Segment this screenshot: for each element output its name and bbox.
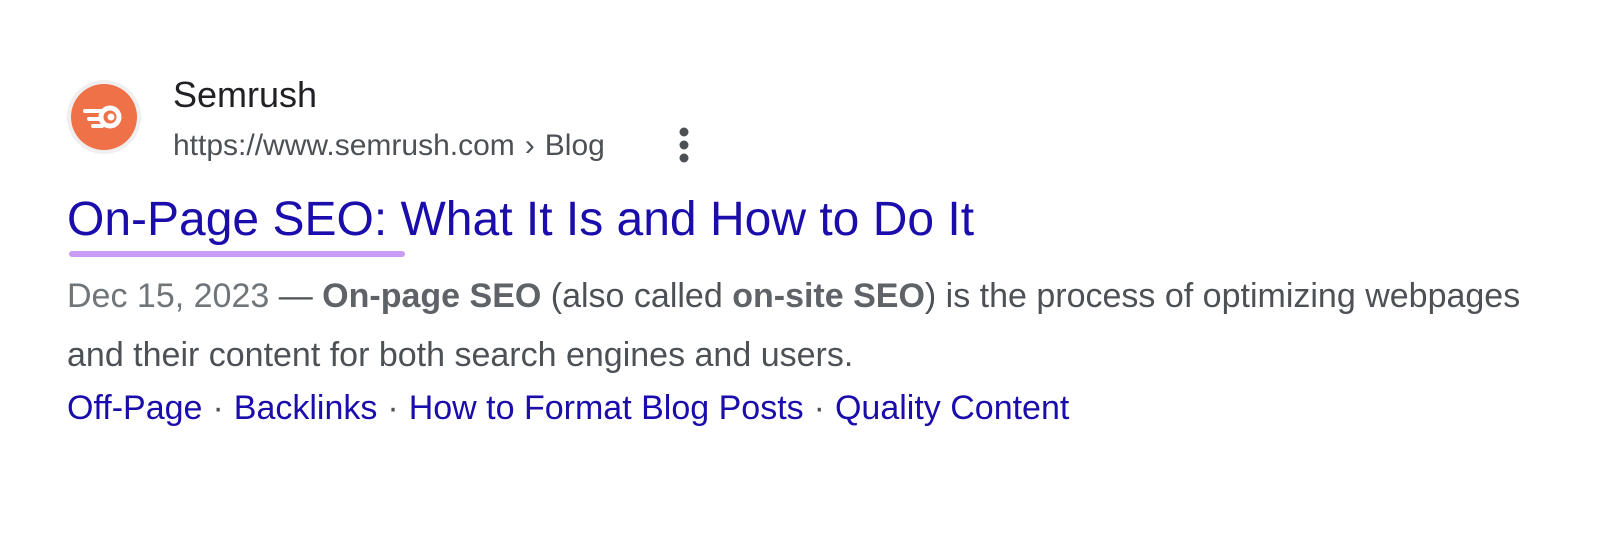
- sitelink-format-blog-posts[interactable]: How to Format Blog Posts: [409, 389, 804, 427]
- sitelinks: Off-Page · Backlinks · How to Format Blog Po…: [67, 387, 1069, 429]
- sitelink-quality-content[interactable]: Quality Content: [835, 389, 1069, 427]
- snippet-date: Dec 15, 2023: [67, 277, 270, 315]
- breadcrumb-separator: ›: [524, 129, 535, 162]
- site-favicon[interactable]: [67, 80, 141, 154]
- result-snippet: Dec 15, 2023 — On-page SEO (also called …: [67, 267, 1547, 385]
- title-highlight-underline: [69, 251, 405, 257]
- breadcrumb-blog: Blog: [544, 129, 605, 162]
- snippet-text-1: (also called: [550, 277, 723, 315]
- sitelink-separator: ·: [387, 389, 399, 427]
- search-result: Semrush https://www.semrush.com › Blog O…: [67, 74, 1547, 427]
- result-title-link[interactable]: On-Page SEO: What It Is and How to Do It: [67, 192, 974, 248]
- snippet-bold-on-site-seo: on-site SEO: [732, 277, 925, 315]
- site-header[interactable]: Semrush https://www.semrush.com › Blog: [67, 74, 1547, 174]
- sitelink-backlinks[interactable]: Backlinks: [234, 389, 378, 427]
- sitelink-separator: ·: [212, 389, 224, 427]
- more-vertical-icon[interactable]: [667, 125, 701, 165]
- sitelink-separator: ·: [813, 389, 825, 427]
- site-url[interactable]: https://www.semrush.com › Blog: [173, 128, 605, 164]
- site-name[interactable]: Semrush: [173, 74, 317, 116]
- sitelink-off-page[interactable]: Off-Page: [67, 389, 202, 427]
- semrush-comet-logo-icon: [71, 84, 137, 150]
- url-text: https://www.semrush.com: [173, 129, 515, 162]
- snippet-dash: —: [278, 277, 313, 315]
- snippet-bold-on-page-seo: On-page SEO: [322, 277, 542, 315]
